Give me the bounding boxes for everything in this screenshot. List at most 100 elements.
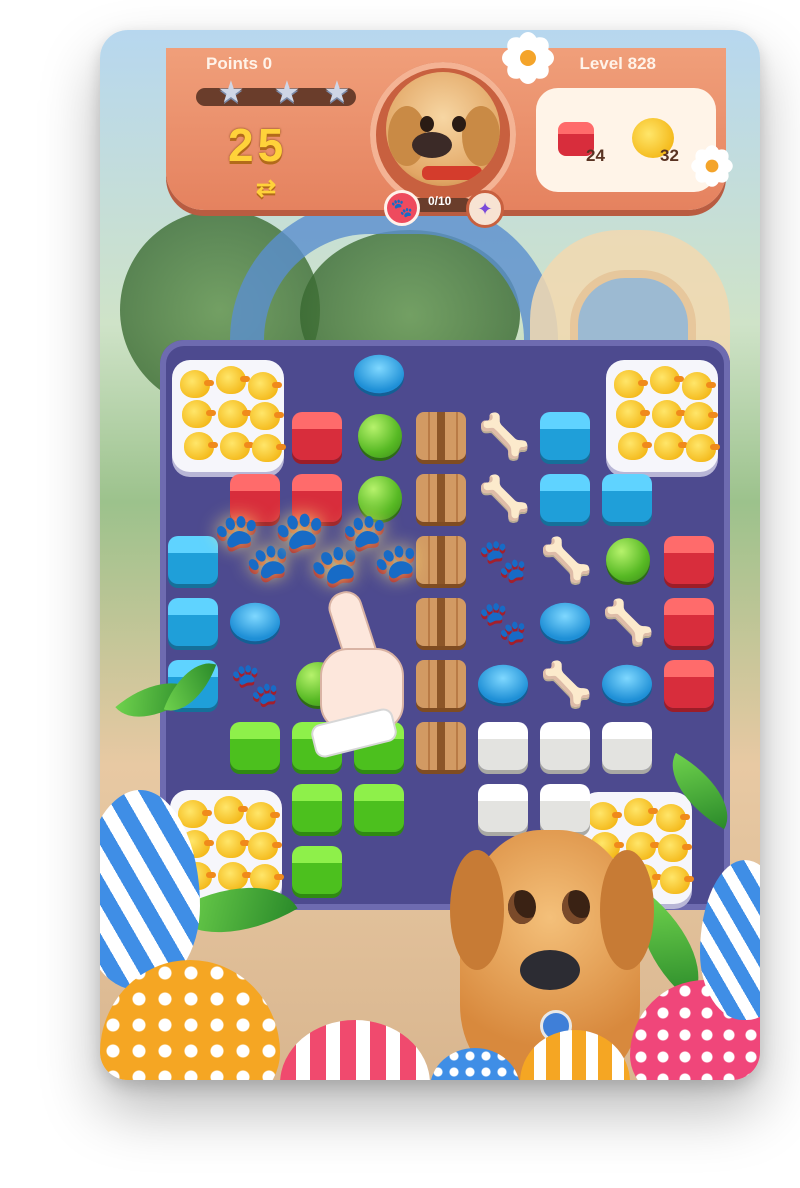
dog-mascot-nose — [520, 950, 580, 990]
blue-box-tile — [602, 474, 652, 522]
booster-button[interactable]: ✦ — [466, 190, 504, 228]
board-cell[interactable] — [412, 532, 468, 588]
board-cell[interactable] — [474, 656, 530, 712]
paw-icon: 🐾 — [384, 190, 420, 226]
rubber-duck-icon — [214, 796, 248, 824]
board-cell[interactable] — [350, 346, 406, 402]
rubber-duck-icon — [250, 402, 284, 430]
board-cell[interactable]: 🐾 — [226, 656, 282, 712]
moves-counter: 25 — [228, 119, 288, 171]
board-cell[interactable]: 🐾 — [474, 532, 530, 588]
rubber-duck-icon — [180, 370, 214, 398]
wooden-crate-tile — [416, 536, 466, 584]
frisbee-tile — [540, 602, 590, 642]
rubber-duck-icon — [658, 834, 692, 862]
board-cell[interactable]: 🐾 — [474, 594, 530, 650]
board-cell[interactable] — [536, 408, 592, 464]
board-cell[interactable] — [288, 408, 344, 464]
board-cell[interactable]: 🦴 — [536, 656, 592, 712]
board-cell[interactable] — [226, 594, 282, 650]
rubber-duck-icon — [614, 370, 648, 398]
rubber-duck-icon — [656, 804, 690, 832]
rubber-duck-icon — [652, 400, 686, 428]
board-cell[interactable] — [598, 718, 654, 774]
board-cell[interactable] — [660, 656, 716, 712]
rubber-duck-icon — [218, 400, 252, 428]
board-cell[interactable] — [598, 656, 654, 712]
swap-icon: ⇄ — [256, 175, 277, 202]
red-box-goal-count: 24 — [586, 146, 605, 165]
bone-tile: 🦴 — [478, 412, 531, 459]
rubber-duck-icon — [216, 830, 250, 858]
board-cell[interactable] — [660, 532, 716, 588]
board-cell[interactable]: 🦴 — [598, 594, 654, 650]
board-cell[interactable] — [536, 594, 592, 650]
board-cell[interactable] — [350, 780, 406, 836]
dog-nose — [412, 132, 452, 158]
top-hud: Points 0 Level 828 ★ ★ ★ 25 ⇄ 🐾 0/10 ✦ 2… — [166, 48, 726, 228]
rubber-duck-icon — [682, 372, 716, 400]
wooden-crate-tile — [416, 412, 466, 460]
board-cell[interactable] — [226, 718, 282, 774]
rubber-duck-icon — [246, 802, 280, 830]
rubber-duck-icon — [616, 400, 650, 428]
blue-box-tile — [540, 412, 590, 460]
paw-tile: 🐾 — [230, 662, 280, 706]
white-box-tile — [478, 722, 528, 770]
white-box-tile — [540, 722, 590, 770]
board-cell[interactable] — [412, 408, 468, 464]
rubber-duck-icon — [248, 832, 282, 860]
board-cell[interactable] — [598, 532, 654, 588]
board-cell[interactable]: 🦴 — [474, 470, 530, 526]
striped-egg — [280, 1020, 430, 1080]
game-screen: Points 0 Level 828 ★ ★ ★ 25 ⇄ 🐾 0/10 ✦ 2… — [100, 30, 760, 1080]
frisbee-tile — [354, 354, 404, 394]
rubber-duck-icon — [220, 432, 254, 460]
board-cell[interactable] — [536, 718, 592, 774]
board-cell[interactable] — [412, 470, 468, 526]
tennis-ball-tile — [606, 538, 650, 582]
board-cell[interactable] — [288, 842, 344, 898]
red-box-tile — [292, 412, 342, 460]
blue-box-tile — [168, 536, 218, 584]
paw-tile: 🐾 — [478, 600, 528, 644]
board-cell[interactable]: 🦴 — [474, 408, 530, 464]
board-cell[interactable] — [164, 594, 220, 650]
rubber-duck-icon — [218, 862, 252, 890]
rubber-duck-icon — [684, 402, 718, 430]
board-cell[interactable] — [412, 594, 468, 650]
board-cell[interactable]: 🦴 — [536, 532, 592, 588]
red-box-tile — [664, 660, 714, 708]
board-cell[interactable] — [474, 718, 530, 774]
board-cell[interactable] — [598, 470, 654, 526]
highlighted-paw-tile[interactable]: 🐾 — [340, 508, 420, 583]
dog-ear — [462, 106, 500, 166]
board-cell[interactable] — [288, 780, 344, 836]
star-icon: ★ — [323, 76, 351, 109]
board-cell[interactable] — [412, 656, 468, 712]
bone-tile: 🦴 — [478, 474, 531, 521]
rubber-duck-icon — [252, 434, 286, 462]
green-box-tile — [292, 846, 342, 894]
board-cell[interactable] — [660, 594, 716, 650]
level-label: Level 828 — [579, 54, 656, 73]
bone-tile: 🦴 — [602, 598, 655, 645]
red-box-tile — [664, 598, 714, 646]
board-cell[interactable] — [536, 470, 592, 526]
dog-avatar — [386, 72, 500, 186]
board-cell[interactable] — [350, 408, 406, 464]
bone-tile: 🦴 — [540, 536, 593, 583]
rubber-duck-icon — [216, 366, 250, 394]
star-icon: ★ — [217, 76, 245, 109]
frisbee-tile — [230, 602, 280, 642]
dog-eye — [420, 116, 434, 132]
rubber-duck-icon — [650, 366, 684, 394]
paw-tile: 🐾 — [478, 538, 528, 582]
rubber-duck-icon — [618, 432, 652, 460]
white-box-tile — [602, 722, 652, 770]
paw-progress-text: 0/10 — [428, 194, 452, 208]
star-icon: ★ — [273, 76, 301, 109]
board-cell[interactable] — [412, 718, 468, 774]
dog-mascot-eye — [508, 890, 536, 924]
frisbee-tile — [478, 664, 528, 704]
